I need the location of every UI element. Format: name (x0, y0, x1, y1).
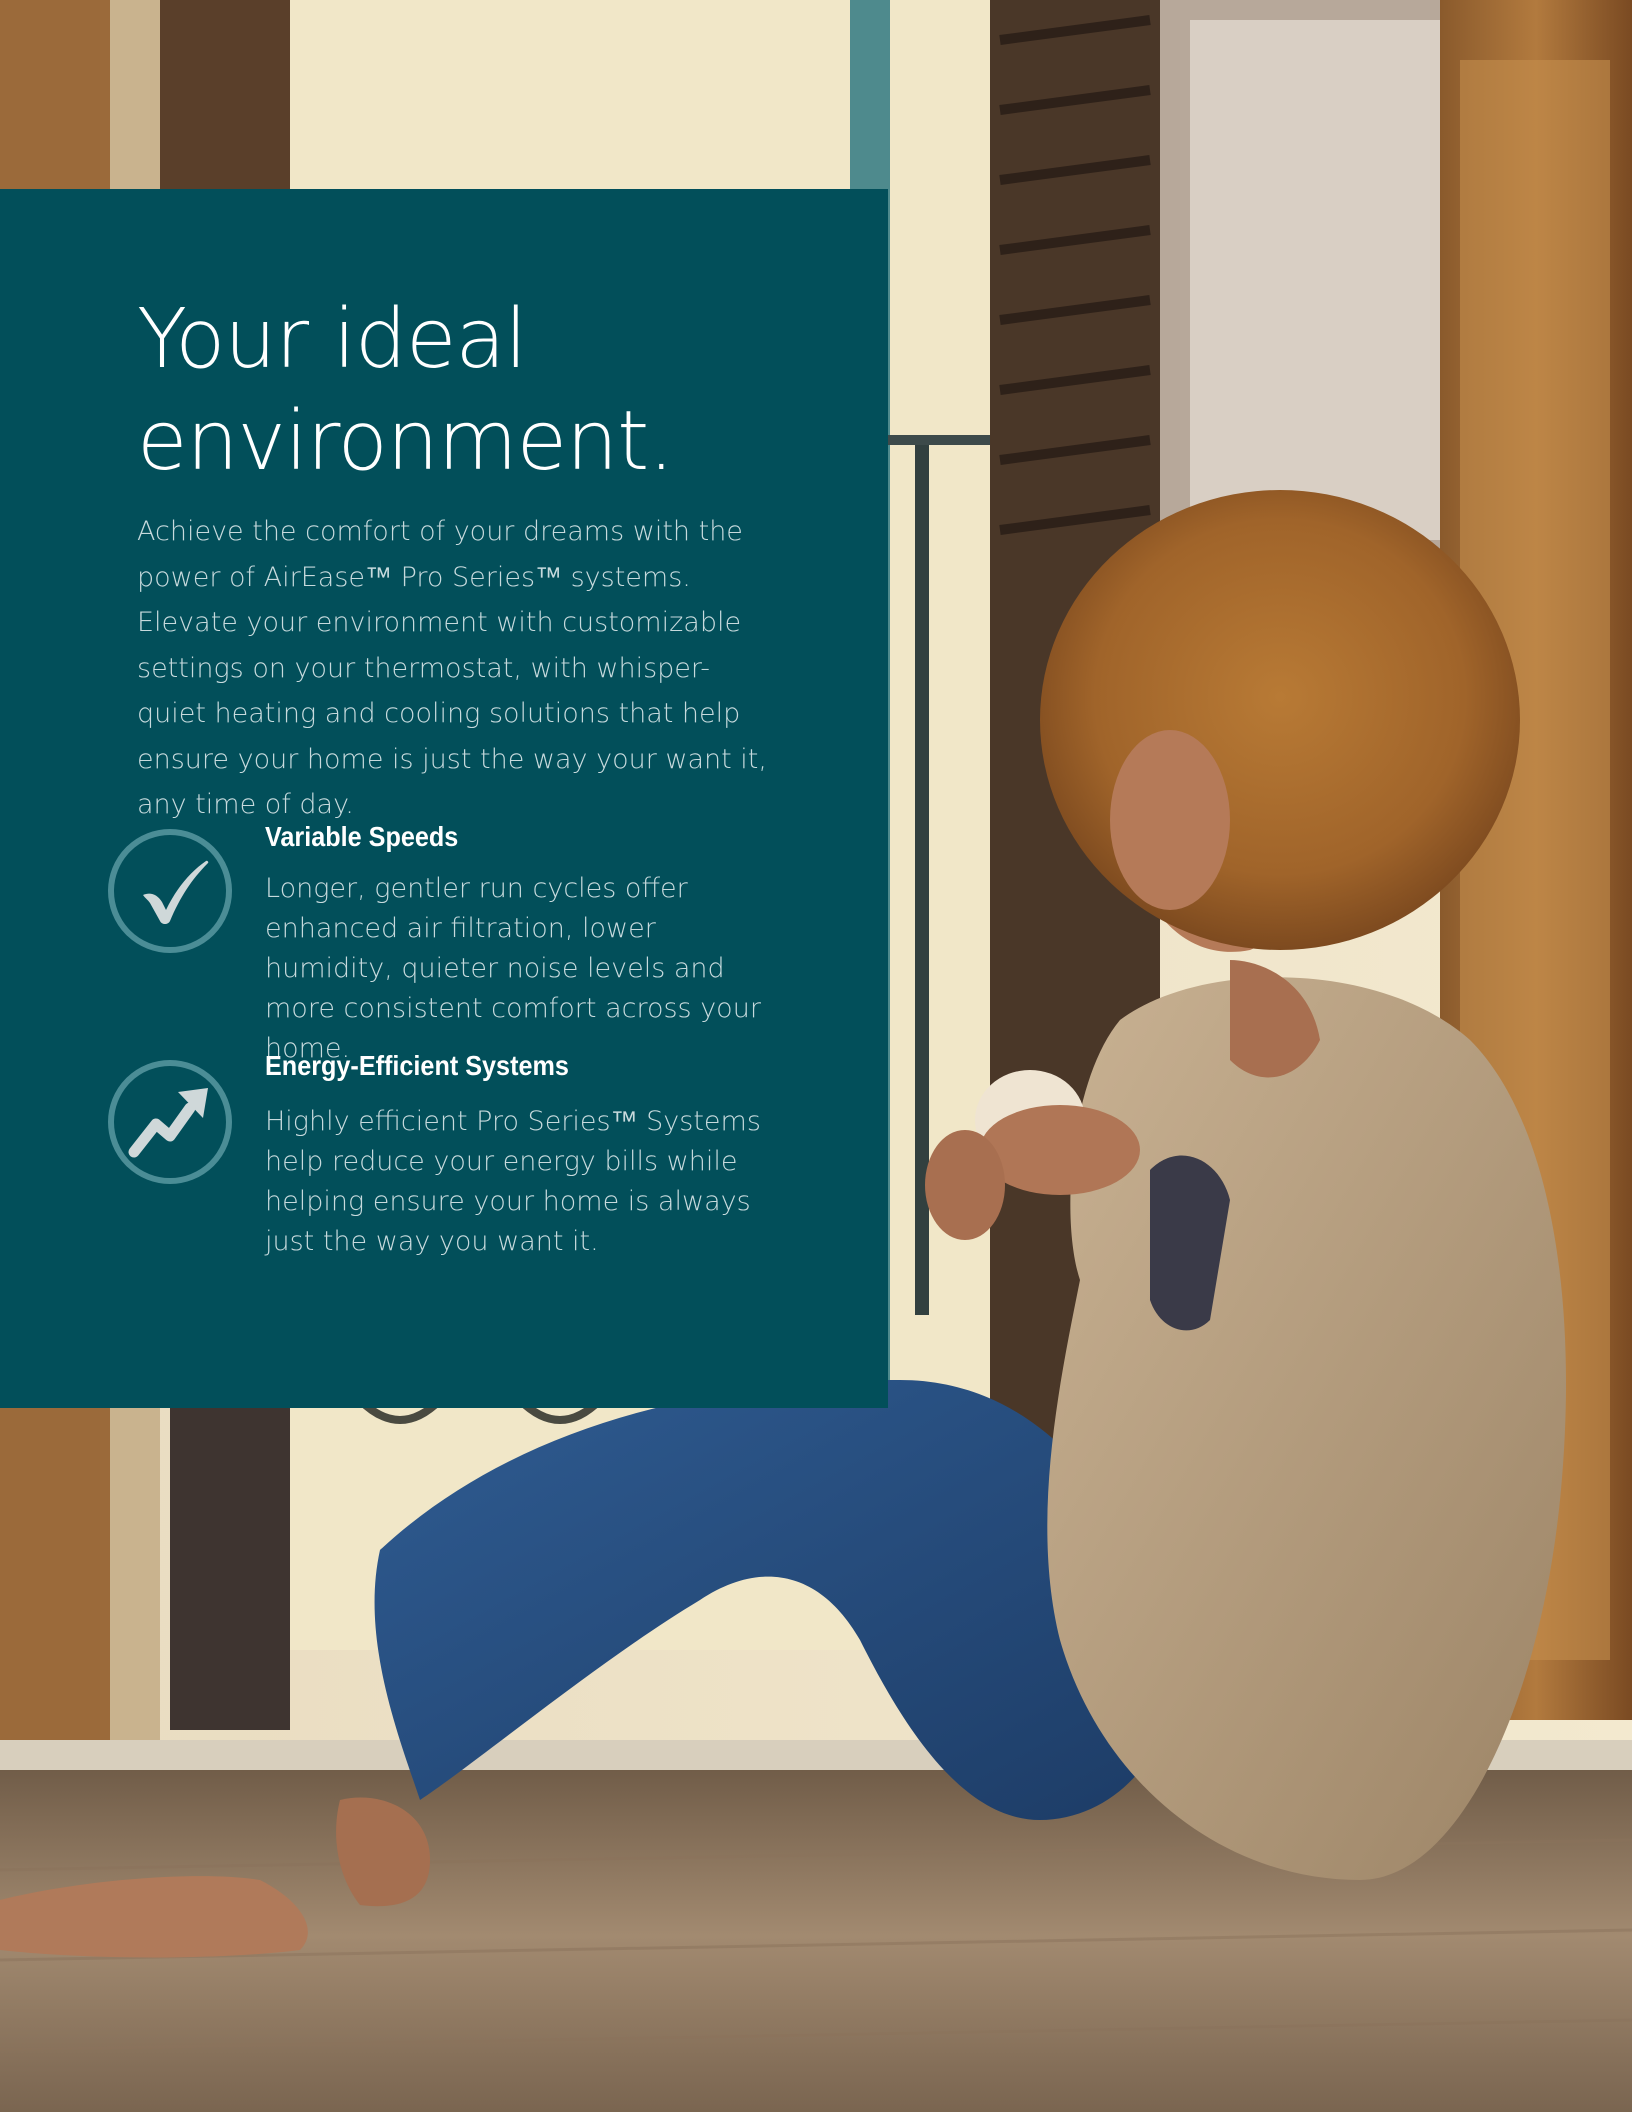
headline: Your ideal environment. (137, 292, 674, 489)
content-panel: Your ideal environment. Achieve the comf… (0, 189, 888, 1408)
checkmark-icon (108, 829, 232, 953)
feature-body: Longer, gentler run cycles offer enhance… (265, 873, 761, 1064)
feature-body: Highly efficient Pro Series™ Systems hel… (265, 1106, 761, 1257)
trend-up-arrow-icon (108, 1060, 232, 1184)
feature-title: Energy-Efficient Systems (265, 1050, 569, 1081)
intro-paragraph: Achieve the comfort of your dreams with … (137, 516, 767, 820)
feature-title: Variable Speeds (265, 821, 459, 852)
